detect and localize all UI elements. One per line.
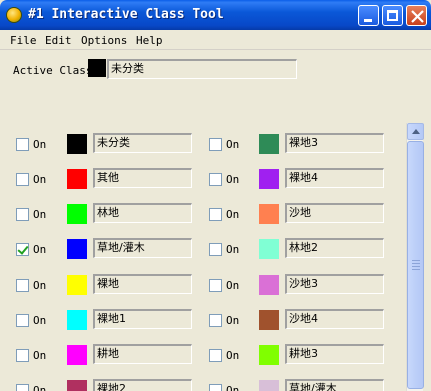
class-name-field[interactable]: 耕地 bbox=[93, 344, 192, 364]
class-color-swatch[interactable] bbox=[67, 169, 87, 189]
grip-line bbox=[412, 266, 420, 267]
class-color-swatch[interactable] bbox=[259, 239, 279, 259]
on-checkbox[interactable] bbox=[209, 349, 222, 362]
class-color-swatch[interactable] bbox=[67, 345, 87, 365]
on-checkbox[interactable] bbox=[16, 279, 29, 292]
on-label: On bbox=[33, 384, 47, 391]
on-label: On bbox=[33, 138, 47, 151]
on-checkbox[interactable] bbox=[209, 243, 222, 256]
class-name-field[interactable]: 沙地3 bbox=[285, 274, 384, 294]
class-name-field[interactable]: 其他 bbox=[93, 168, 192, 188]
on-label: On bbox=[226, 208, 240, 221]
on-checkbox[interactable] bbox=[16, 173, 29, 186]
close-icon bbox=[411, 10, 424, 23]
on-label: On bbox=[33, 279, 47, 292]
on-checkbox[interactable] bbox=[209, 138, 222, 151]
class-color-swatch[interactable] bbox=[259, 134, 279, 154]
class-color-swatch[interactable] bbox=[259, 310, 279, 330]
class-name-field[interactable]: 裸地3 bbox=[285, 133, 384, 153]
class-name-field[interactable]: 裸地 bbox=[93, 274, 192, 294]
on-label: On bbox=[33, 349, 47, 362]
class-color-swatch[interactable] bbox=[259, 204, 279, 224]
on-checkbox[interactable] bbox=[16, 138, 29, 151]
class-row: On 未分类 On 裸地3 bbox=[0, 127, 405, 163]
class-row: On 裸地2 On 草地/灌木 bbox=[0, 373, 405, 391]
grip-line bbox=[412, 269, 420, 270]
class-color-swatch[interactable] bbox=[67, 204, 87, 224]
class-name-field[interactable]: 草地/灌木 bbox=[285, 379, 384, 391]
class-color-swatch[interactable] bbox=[67, 380, 87, 391]
close-button[interactable] bbox=[406, 5, 427, 26]
class-name-field[interactable]: 裸地4 bbox=[285, 168, 384, 188]
on-label: On bbox=[33, 243, 47, 256]
scroll-up-arrow-icon[interactable] bbox=[407, 123, 424, 140]
class-name-field[interactable]: 沙地4 bbox=[285, 309, 384, 329]
on-label: On bbox=[226, 279, 240, 292]
class-name-field[interactable]: 裸地1 bbox=[93, 309, 192, 329]
class-name-field[interactable]: 裸地2 bbox=[93, 379, 192, 391]
vertical-scrollbar[interactable] bbox=[406, 123, 424, 391]
on-checkbox[interactable] bbox=[16, 243, 29, 256]
class-color-swatch[interactable] bbox=[259, 380, 279, 391]
class-row: On 裸地 On 沙地3 bbox=[0, 268, 405, 304]
on-checkbox[interactable] bbox=[16, 349, 29, 362]
class-color-swatch[interactable] bbox=[67, 134, 87, 154]
class-color-swatch[interactable] bbox=[67, 310, 87, 330]
class-list: On 未分类 On 裸地3 On 其他 On 裸地4 On 林地 On 沙地 O… bbox=[0, 0, 405, 391]
class-name-field[interactable]: 沙地 bbox=[285, 203, 384, 223]
scroll-thumb[interactable] bbox=[407, 141, 424, 389]
on-label: On bbox=[226, 173, 240, 186]
on-checkbox[interactable] bbox=[209, 279, 222, 292]
class-row: On 草地/灌木 On 林地2 bbox=[0, 232, 405, 268]
class-color-swatch[interactable] bbox=[259, 169, 279, 189]
on-checkbox[interactable] bbox=[16, 208, 29, 221]
on-label: On bbox=[226, 384, 240, 391]
on-checkbox[interactable] bbox=[209, 384, 222, 391]
on-checkbox[interactable] bbox=[209, 314, 222, 327]
on-label: On bbox=[226, 349, 240, 362]
on-label: On bbox=[33, 173, 47, 186]
on-checkbox[interactable] bbox=[16, 384, 29, 391]
grip-line bbox=[412, 263, 420, 264]
class-name-field[interactable]: 林地 bbox=[93, 203, 192, 223]
class-color-swatch[interactable] bbox=[67, 239, 87, 259]
class-color-swatch[interactable] bbox=[67, 275, 87, 295]
class-name-field[interactable]: 耕地3 bbox=[285, 344, 384, 364]
class-row: On 其他 On 裸地4 bbox=[0, 162, 405, 198]
on-checkbox[interactable] bbox=[209, 173, 222, 186]
on-label: On bbox=[33, 314, 47, 327]
class-color-swatch[interactable] bbox=[259, 345, 279, 365]
class-name-field[interactable]: 草地/灌木 bbox=[93, 238, 192, 258]
class-color-swatch[interactable] bbox=[259, 275, 279, 295]
on-checkbox[interactable] bbox=[16, 314, 29, 327]
on-label: On bbox=[226, 243, 240, 256]
class-name-field[interactable]: 林地2 bbox=[285, 238, 384, 258]
grip-line bbox=[412, 260, 420, 261]
class-row: On 耕地 On 耕地3 bbox=[0, 338, 405, 374]
class-row: On 裸地1 On 沙地4 bbox=[0, 303, 405, 339]
on-label: On bbox=[226, 314, 240, 327]
class-row: On 林地 On 沙地 bbox=[0, 197, 405, 233]
on-checkbox[interactable] bbox=[209, 208, 222, 221]
class-name-field[interactable]: 未分类 bbox=[93, 133, 192, 153]
on-label: On bbox=[226, 138, 240, 151]
on-label: On bbox=[33, 208, 47, 221]
